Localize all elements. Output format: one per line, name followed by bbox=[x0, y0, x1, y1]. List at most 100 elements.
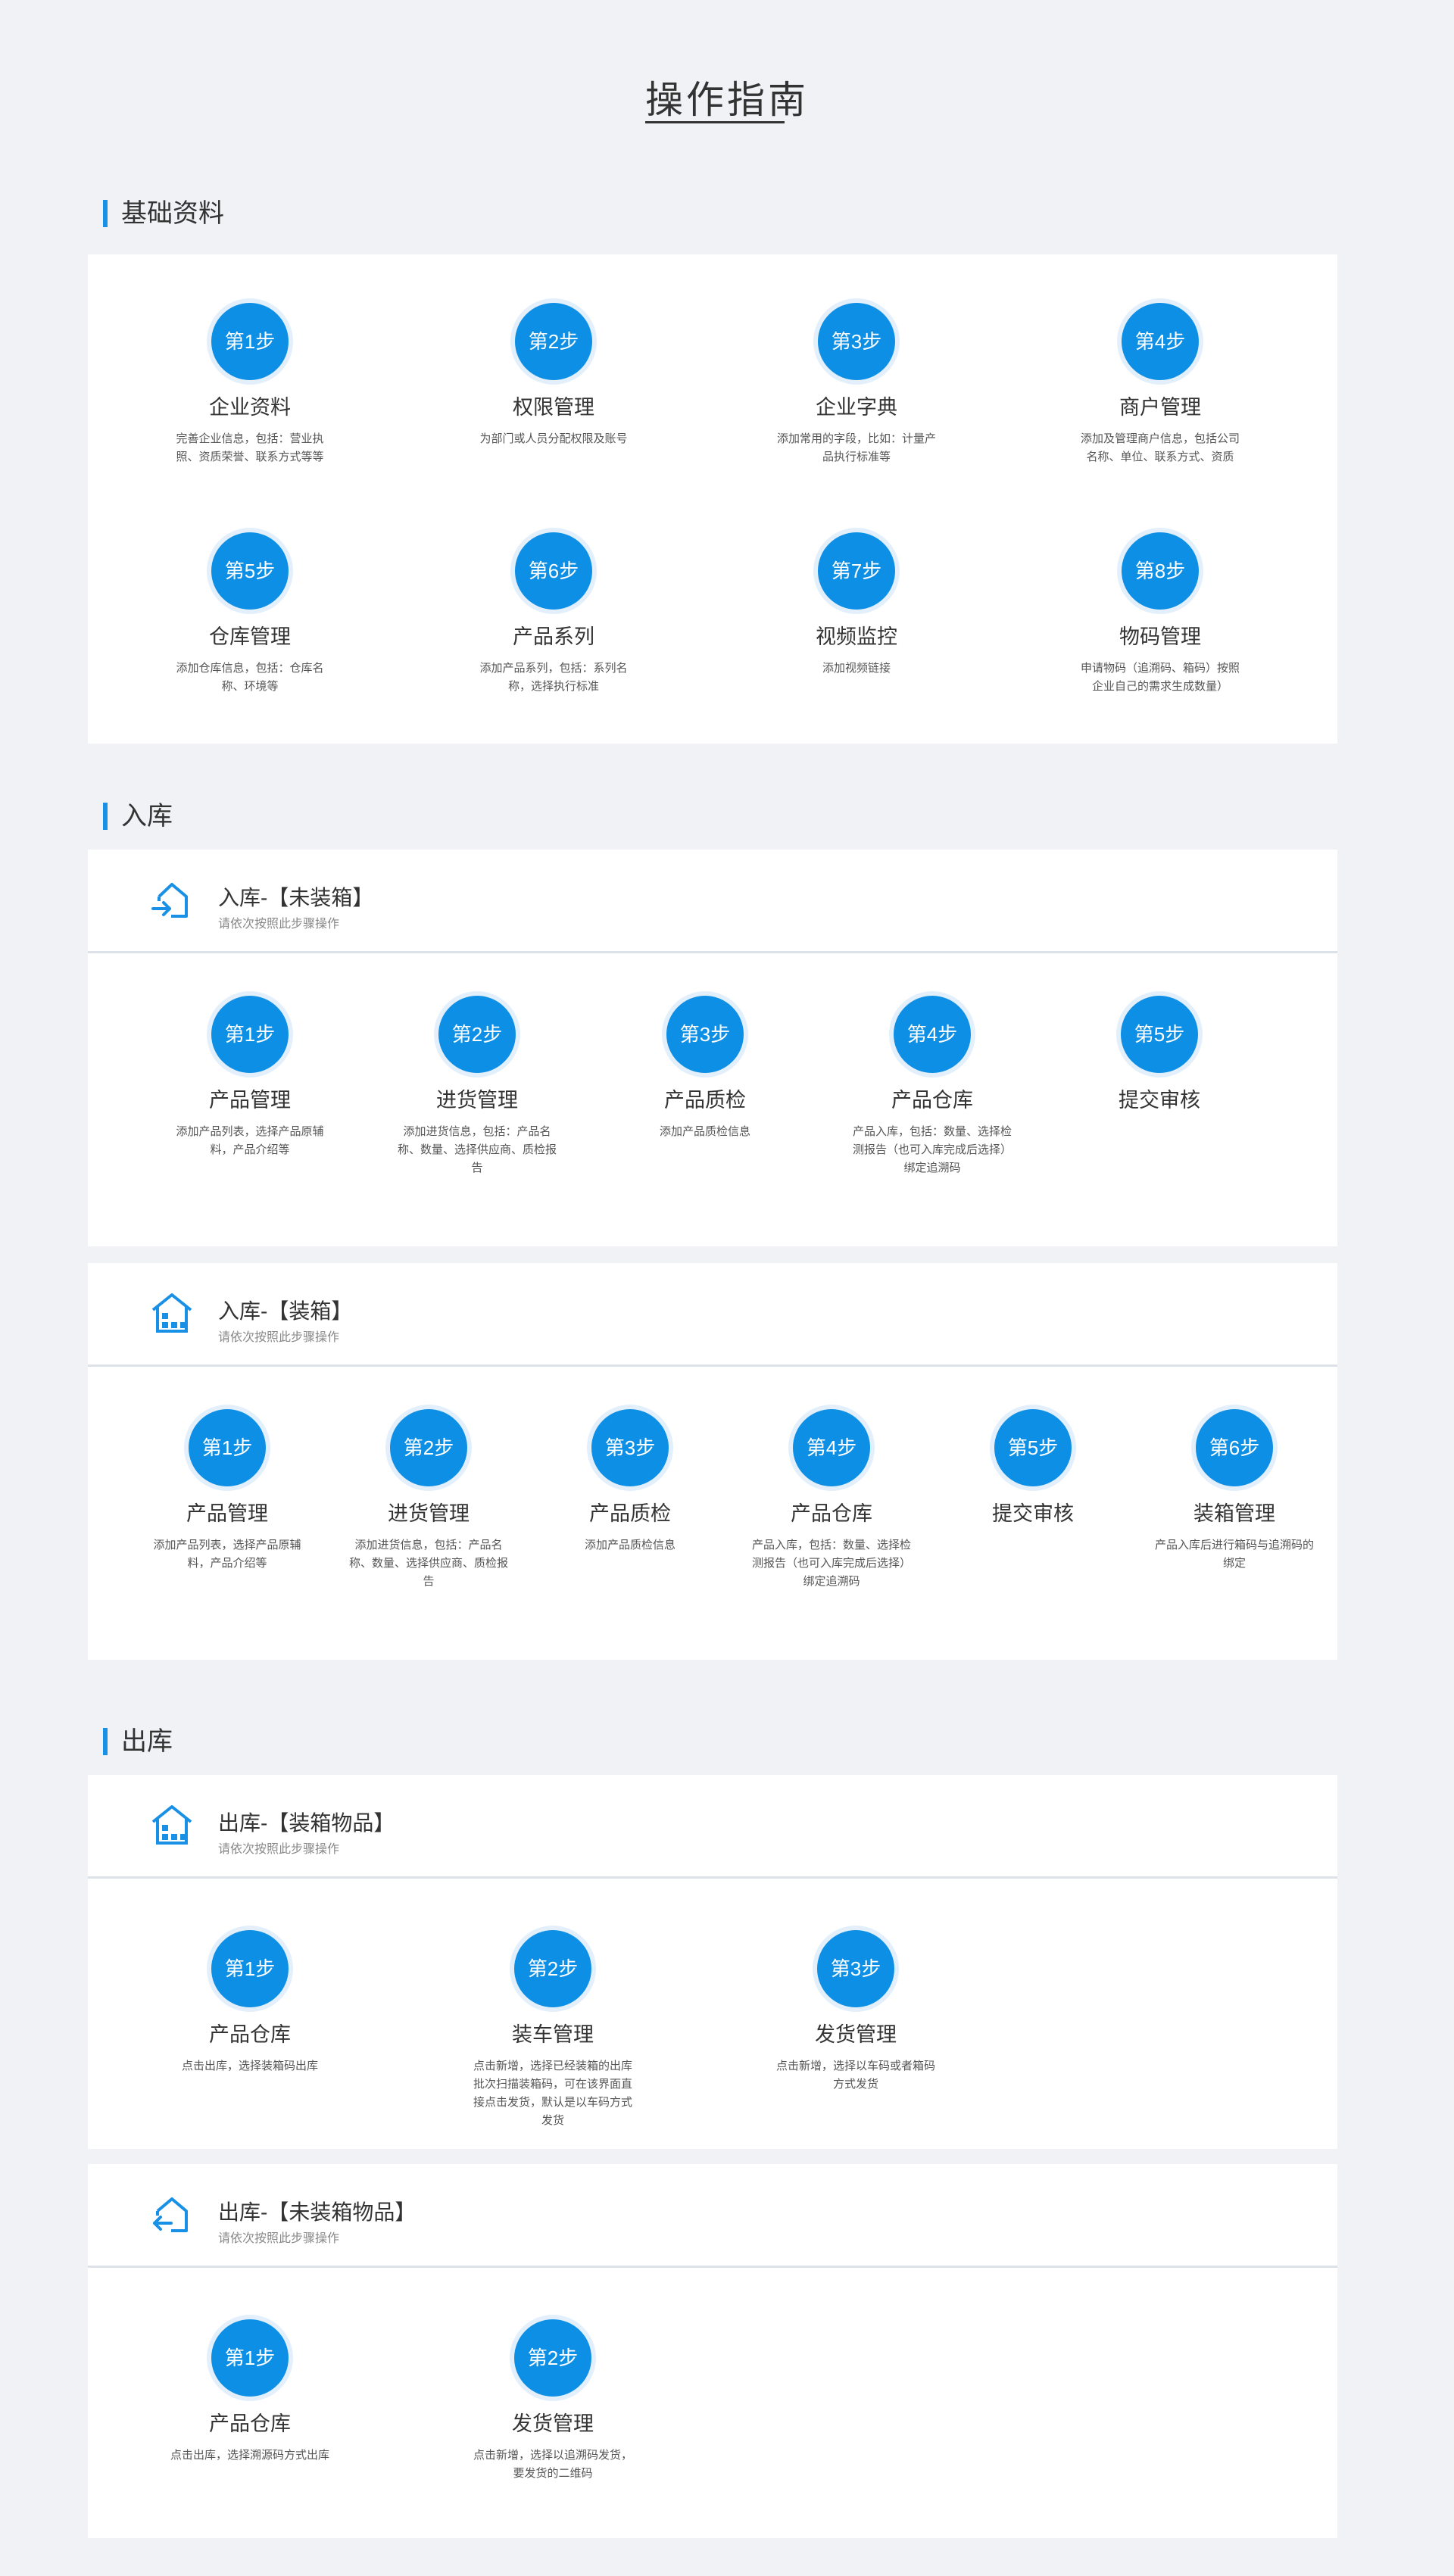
step-badge: 第6步 bbox=[515, 532, 592, 610]
step-item[interactable]: 第1步 产品仓库 点击出库，选择装箱码出库 bbox=[159, 1930, 341, 2075]
step-badge: 第7步 bbox=[818, 532, 895, 610]
step-badge: 第1步 bbox=[211, 1930, 289, 2007]
step-badge: 第4步 bbox=[1122, 303, 1199, 380]
step-name: 物码管理 bbox=[1119, 625, 1201, 648]
step-name: 权限管理 bbox=[513, 396, 594, 419]
step-badge: 第4步 bbox=[894, 996, 971, 1073]
step-description: 添加产品系列，包括：系列名称，选择执行标准 bbox=[479, 662, 628, 693]
step-item[interactable]: 第2步 权限管理 为部门或人员分配权限及账号 bbox=[463, 303, 644, 448]
step-badge: 第2步 bbox=[390, 1409, 467, 1486]
step-name: 视频监控 bbox=[816, 625, 897, 648]
step-name: 进货管理 bbox=[388, 1502, 470, 1525]
step-badge: 第1步 bbox=[211, 2319, 289, 2397]
step-description: 申请物码（追溯码、箱码）按照企业自己的需求生成数量） bbox=[1080, 662, 1240, 693]
step-badge: 第2步 bbox=[514, 1930, 591, 2007]
page-title: 操作指南 bbox=[645, 79, 809, 121]
card-header: 入库-【装箱】 请依次按照此步骤操作 bbox=[88, 1263, 1337, 1367]
step-name: 产品系列 bbox=[513, 625, 594, 648]
card-header: 入库-【未装箱】 请依次按照此步骤操作 bbox=[88, 850, 1337, 953]
step-description: 添加进货信息，包括：产品名称、数量、选择供应商、质检报告 bbox=[397, 1125, 557, 1174]
step-badge: 第1步 bbox=[211, 303, 289, 380]
step-description: 添加进货信息，包括：产品名称、数量、选择供应商、质检报告 bbox=[348, 1539, 508, 1588]
outbound-boxed-card: 出库-【装箱物品】 请依次按照此步骤操作 第1步 产品仓库 点击出库，选择装箱码… bbox=[88, 1775, 1337, 2149]
step-item[interactable]: 第3步 发货管理 点击新增，选择以车码或者箱码方式发货 bbox=[765, 1930, 947, 2094]
boxed-house-icon bbox=[151, 1293, 192, 1333]
card-subtitle: 请依次按照此步骤操作 bbox=[218, 1331, 340, 1344]
step-name: 商户管理 bbox=[1119, 396, 1201, 419]
section-accent-bar bbox=[103, 200, 108, 227]
step-name: 产品仓库 bbox=[209, 2412, 291, 2435]
step-item[interactable]: 第1步 企业资料 完善企业信息，包括：营业执照、资质荣誉、联系方式等等 bbox=[159, 303, 341, 466]
step-item[interactable]: 第5步 提交审核 bbox=[942, 1409, 1124, 1536]
step-badge: 第2步 bbox=[515, 303, 592, 380]
step-item[interactable]: 第2步 进货管理 添加进货信息，包括：产品名称、数量、选择供应商、质检报告 bbox=[338, 1409, 520, 1591]
step-name: 装车管理 bbox=[512, 2023, 594, 2046]
card-title: 出库-【装箱物品】 bbox=[218, 1811, 395, 1835]
step-item[interactable]: 第5步 仓库管理 添加仓库信息，包括：仓库名称、环境等 bbox=[159, 532, 341, 696]
step-badge: 第1步 bbox=[189, 1409, 266, 1486]
step-name: 产品仓库 bbox=[209, 2023, 291, 2046]
card-subtitle: 请依次按照此步骤操作 bbox=[218, 2232, 340, 2245]
step-name: 提交审核 bbox=[992, 1502, 1074, 1525]
step-name: 发货管理 bbox=[815, 2023, 897, 2046]
exit-house-icon bbox=[153, 2197, 188, 2232]
step-name: 进货管理 bbox=[436, 1089, 518, 1112]
section-title: 入库 bbox=[121, 802, 173, 831]
section-title: 基础资料 bbox=[121, 199, 224, 228]
step-name: 发货管理 bbox=[512, 2412, 594, 2435]
step-item[interactable]: 第1步 产品仓库 点击出库，选择溯源码方式出库 bbox=[159, 2319, 341, 2465]
step-description: 添加常用的字段，比如：计量产品执行标准等 bbox=[776, 432, 936, 463]
step-description: 为部门或人员分配权限及账号 bbox=[479, 432, 628, 445]
step-item[interactable]: 第1步 产品管理 添加产品列表，选择产品原辅料，产品介绍等 bbox=[159, 996, 341, 1159]
step-description: 点击出库，选择溯源码方式出库 bbox=[170, 2449, 329, 2462]
step-badge: 第5步 bbox=[211, 532, 289, 610]
step-item[interactable]: 第5步 提交审核 bbox=[1069, 996, 1250, 1123]
step-badge: 第6步 bbox=[1196, 1409, 1273, 1486]
step-item[interactable]: 第6步 装箱管理 产品入库后进行箱码与追溯码的绑定 bbox=[1144, 1409, 1325, 1573]
page-header: 操作指南 bbox=[0, 0, 1454, 151]
step-item[interactable]: 第2步 进货管理 添加进货信息，包括：产品名称、数量、选择供应商、质检报告 bbox=[386, 996, 568, 1177]
step-badge: 第2步 bbox=[514, 2319, 591, 2397]
card-title: 入库-【装箱】 bbox=[218, 1299, 353, 1323]
step-item[interactable]: 第4步 商户管理 添加及管理商户信息，包括公司名称、单位、联系方式、资质 bbox=[1069, 303, 1251, 466]
outbound-unboxed-card: 出库-【未装箱物品】 请依次按照此步骤操作 第1步 产品仓库 点击出库，选择溯源… bbox=[88, 2164, 1337, 2538]
step-item[interactable]: 第7步 视频监控 添加视频链接 bbox=[766, 532, 947, 678]
section-basic-header: 基础资料 bbox=[0, 199, 1454, 245]
boxed-house-icon bbox=[151, 1805, 192, 1845]
enter-house-icon bbox=[151, 883, 188, 918]
step-item[interactable]: 第2步 发货管理 点击新增，选择以追溯码发货，要发货的二维码 bbox=[462, 2319, 644, 2483]
step-badge: 第3步 bbox=[818, 303, 895, 380]
step-description: 产品入库，包括：数量、选择检测报告（也可入库完成后选择）绑定追溯码 bbox=[852, 1125, 1012, 1174]
step-item[interactable]: 第1步 产品管理 添加产品列表，选择产品原辅料，产品介绍等 bbox=[136, 1409, 318, 1573]
step-description: 添加产品质检信息 bbox=[584, 1539, 676, 1552]
step-name: 产品管理 bbox=[186, 1502, 268, 1525]
step-item[interactable]: 第4步 产品仓库 产品入库，包括：数量、选择检测报告（也可入库完成后选择）绑定追… bbox=[741, 1409, 922, 1591]
step-description: 产品入库，包括：数量、选择检测报告（也可入库完成后选择）绑定追溯码 bbox=[751, 1539, 911, 1588]
section-outbound-header: 出库 bbox=[0, 1727, 1454, 1773]
step-description: 产品入库后进行箱码与追溯码的绑定 bbox=[1154, 1539, 1314, 1570]
step-name: 产品仓库 bbox=[791, 1502, 872, 1525]
step-item[interactable]: 第3步 产品质检 添加产品质检信息 bbox=[539, 1409, 721, 1555]
inbound-boxed-card: 入库-【装箱】 请依次按照此步骤操作 第1步 产品管理 添加产品列表，选择产品原… bbox=[88, 1263, 1337, 1660]
step-badge: 第5步 bbox=[994, 1409, 1072, 1486]
step-item[interactable]: 第3步 企业字典 添加常用的字段，比如：计量产品执行标准等 bbox=[766, 303, 947, 466]
step-item[interactable]: 第6步 产品系列 添加产品系列，包括：系列名称，选择执行标准 bbox=[463, 532, 644, 696]
step-badge: 第8步 bbox=[1122, 532, 1199, 610]
step-name: 企业资料 bbox=[209, 396, 291, 419]
step-badge: 第2步 bbox=[438, 996, 516, 1073]
card-title: 出库-【未装箱物品】 bbox=[218, 2200, 417, 2224]
step-description: 添加及管理商户信息，包括公司名称、单位、联系方式、资质 bbox=[1080, 432, 1240, 463]
step-name: 产品质检 bbox=[589, 1502, 671, 1525]
step-description: 点击出库，选择装箱码出库 bbox=[181, 2060, 318, 2072]
step-badge: 第5步 bbox=[1121, 996, 1198, 1073]
step-item[interactable]: 第8步 物码管理 申请物码（追溯码、箱码）按照企业自己的需求生成数量） bbox=[1069, 532, 1251, 696]
step-name: 仓库管理 bbox=[209, 625, 291, 648]
step-item[interactable]: 第4步 产品仓库 产品入库，包括：数量、选择检测报告（也可入库完成后选择）绑定追… bbox=[841, 996, 1023, 1177]
card-subtitle: 请依次按照此步骤操作 bbox=[218, 1843, 340, 1856]
card-header: 出库-【未装箱物品】 请依次按照此步骤操作 bbox=[88, 2164, 1337, 2268]
step-badge: 第4步 bbox=[793, 1409, 870, 1486]
step-name: 产品管理 bbox=[209, 1089, 291, 1112]
step-item[interactable]: 第2步 装车管理 点击新增，选择已经装箱的出库批次扫描装箱码，可在该界面直接点击… bbox=[462, 1930, 644, 2130]
step-item[interactable]: 第3步 产品质检 添加产品质检信息 bbox=[614, 996, 796, 1141]
title-underline bbox=[645, 121, 785, 123]
